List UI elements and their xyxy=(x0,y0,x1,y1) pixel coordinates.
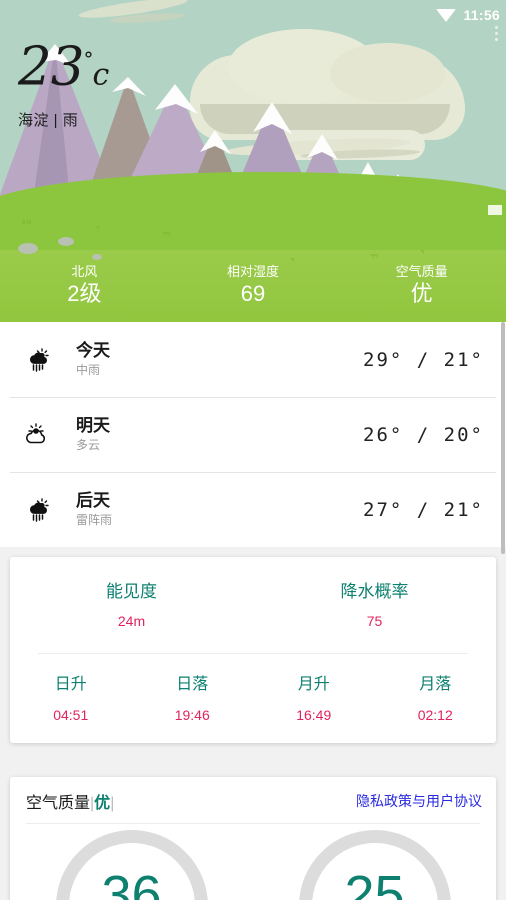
sun-cloud-rain-icon xyxy=(0,495,76,525)
forecast-description: 多云 xyxy=(76,438,101,452)
forecast-row[interactable]: 今天 中雨 29° / 21° xyxy=(0,322,506,397)
page-corner-decoration xyxy=(488,205,502,215)
sun-cloud-rain-icon xyxy=(0,345,76,375)
air-quality-card: 空气质量|优| 隐私政策与用户协议 36 25 xyxy=(10,777,496,900)
detail-visibility: 能见度 24m xyxy=(10,579,253,633)
location-condition[interactable]: 海淀 | 雨 xyxy=(18,109,108,130)
current-weather-block: 23°c 海淀 | 雨 xyxy=(18,32,109,130)
content-sheet: 今天 中雨 29° / 21° 明天 多云 26° / 20° 后天 雷阵雨 2… xyxy=(0,322,506,900)
detail-label: 日落 xyxy=(176,676,209,693)
forecast-temperatures: 27° / 21° xyxy=(363,498,484,521)
detail-value: 24m xyxy=(117,613,146,629)
stat-value: 优 xyxy=(410,281,433,306)
air-quality-level: 优 xyxy=(94,795,111,812)
stat-label: 空气质量 xyxy=(395,264,448,279)
aqi-gauge: 25 xyxy=(267,798,482,900)
details-primary-row: 能见度 24m 降水概率 75 xyxy=(10,579,496,633)
air-quality-title: 空气质量|优| xyxy=(26,789,114,813)
air-quality-title-text: 空气质量 xyxy=(26,795,91,812)
current-temperature: 23°c xyxy=(18,32,109,103)
detail-label: 月落 xyxy=(419,676,452,693)
temperature-value: 23 xyxy=(18,36,84,98)
detail-label: 月升 xyxy=(297,676,330,693)
more-vertical-icon[interactable] xyxy=(495,26,498,41)
detail-precipitation: 降水概率 75 xyxy=(253,579,496,633)
privacy-policy-link[interactable]: 隐私政策与用户协议 xyxy=(356,791,482,811)
forecast-text: 后天 雷阵雨 xyxy=(76,490,363,529)
gauge-wrapper: 36 xyxy=(10,798,253,900)
detail-label: 能见度 xyxy=(106,582,157,601)
hero-stats-row: 北风 2级 相对湿度 69 空气质量 优 xyxy=(0,263,506,308)
grass-tuft: ฯ xyxy=(420,249,424,256)
gauge-value: 36 xyxy=(101,865,162,900)
detail-value: 04:51 xyxy=(53,707,89,723)
forecast-row[interactable]: 后天 雷阵雨 27° / 21° xyxy=(0,472,506,547)
detail-sunset: 日落 19:46 xyxy=(132,672,254,727)
temperature-unit: c xyxy=(92,57,109,93)
forecast-temperatures: 29° / 21° xyxy=(363,348,484,371)
aqi-gauge: 36 xyxy=(24,798,239,900)
stat-humidity: 相对湿度 69 xyxy=(169,263,338,308)
detail-moonset: 月落 02:12 xyxy=(375,672,497,727)
detail-value: 02:12 xyxy=(417,707,453,723)
grass-tuft: ๏ฟ xyxy=(22,219,32,226)
status-bar-clock: 11:56 xyxy=(463,7,500,23)
detail-value: 16:49 xyxy=(296,707,332,723)
stat-label: 相对湿度 xyxy=(227,264,280,279)
detail-sunrise: 日升 04:51 xyxy=(10,672,132,727)
details-astro-row: 日升 04:51 日落 19:46 月升 16:49 月落 02:12 xyxy=(10,672,496,727)
grass-tuft: ฯฯ xyxy=(162,231,170,238)
vertical-scrollbar[interactable] xyxy=(501,322,505,554)
weather-details-card: 能见度 24m 降水概率 75 日升 04:51 日落 19:46 月升 16:… xyxy=(10,557,496,743)
weather-hero: ๏ฟ ฯ ฯฯ ฯ ฯฯ ฯ 11:56 23°c 海淀 | 雨 北风 2级 相… xyxy=(0,0,506,322)
detail-label: 日升 xyxy=(54,676,87,693)
detail-value: 19:46 xyxy=(174,707,210,723)
detail-moonrise: 月升 16:49 xyxy=(253,672,375,727)
wifi-icon xyxy=(436,8,457,22)
forecast-description: 雷阵雨 xyxy=(76,513,113,527)
air-quality-header: 空气质量|优| 隐私政策与用户协议 xyxy=(10,777,496,823)
forecast-day: 今天 xyxy=(76,341,110,360)
sun-cloud-icon xyxy=(0,420,76,450)
stat-value: 2级 xyxy=(67,281,102,306)
forecast-day: 明天 xyxy=(76,416,110,435)
grass-tuft: ฯ xyxy=(95,225,99,232)
detail-value: 75 xyxy=(366,613,383,629)
title-trailing-bar: | xyxy=(110,795,115,812)
stat-label: 北风 xyxy=(71,264,98,279)
grass-tuft: ฯฯ xyxy=(370,253,378,260)
stat-air-quality: 空气质量 优 xyxy=(337,263,506,308)
forecast-temperatures: 26° / 20° xyxy=(363,423,484,446)
forecast-text: 明天 多云 xyxy=(76,415,363,454)
gauge-wrapper: 25 xyxy=(253,798,496,900)
air-quality-gauges: 36 25 xyxy=(10,798,496,900)
forecast-list: 今天 中雨 29° / 21° 明天 多云 26° / 20° 后天 雷阵雨 2… xyxy=(0,322,506,547)
detail-label: 降水概率 xyxy=(340,582,409,601)
rock xyxy=(58,237,74,246)
forecast-description: 中雨 xyxy=(76,363,101,377)
forecast-day: 后天 xyxy=(76,491,110,510)
details-divider xyxy=(38,653,468,654)
gauge-value: 25 xyxy=(344,865,405,900)
rock xyxy=(18,243,38,254)
forecast-text: 今天 中雨 xyxy=(76,340,363,379)
stat-wind: 北风 2级 xyxy=(0,263,169,308)
rock xyxy=(92,254,102,260)
stat-value: 69 xyxy=(240,281,266,306)
forecast-row[interactable]: 明天 多云 26° / 20° xyxy=(0,397,506,472)
